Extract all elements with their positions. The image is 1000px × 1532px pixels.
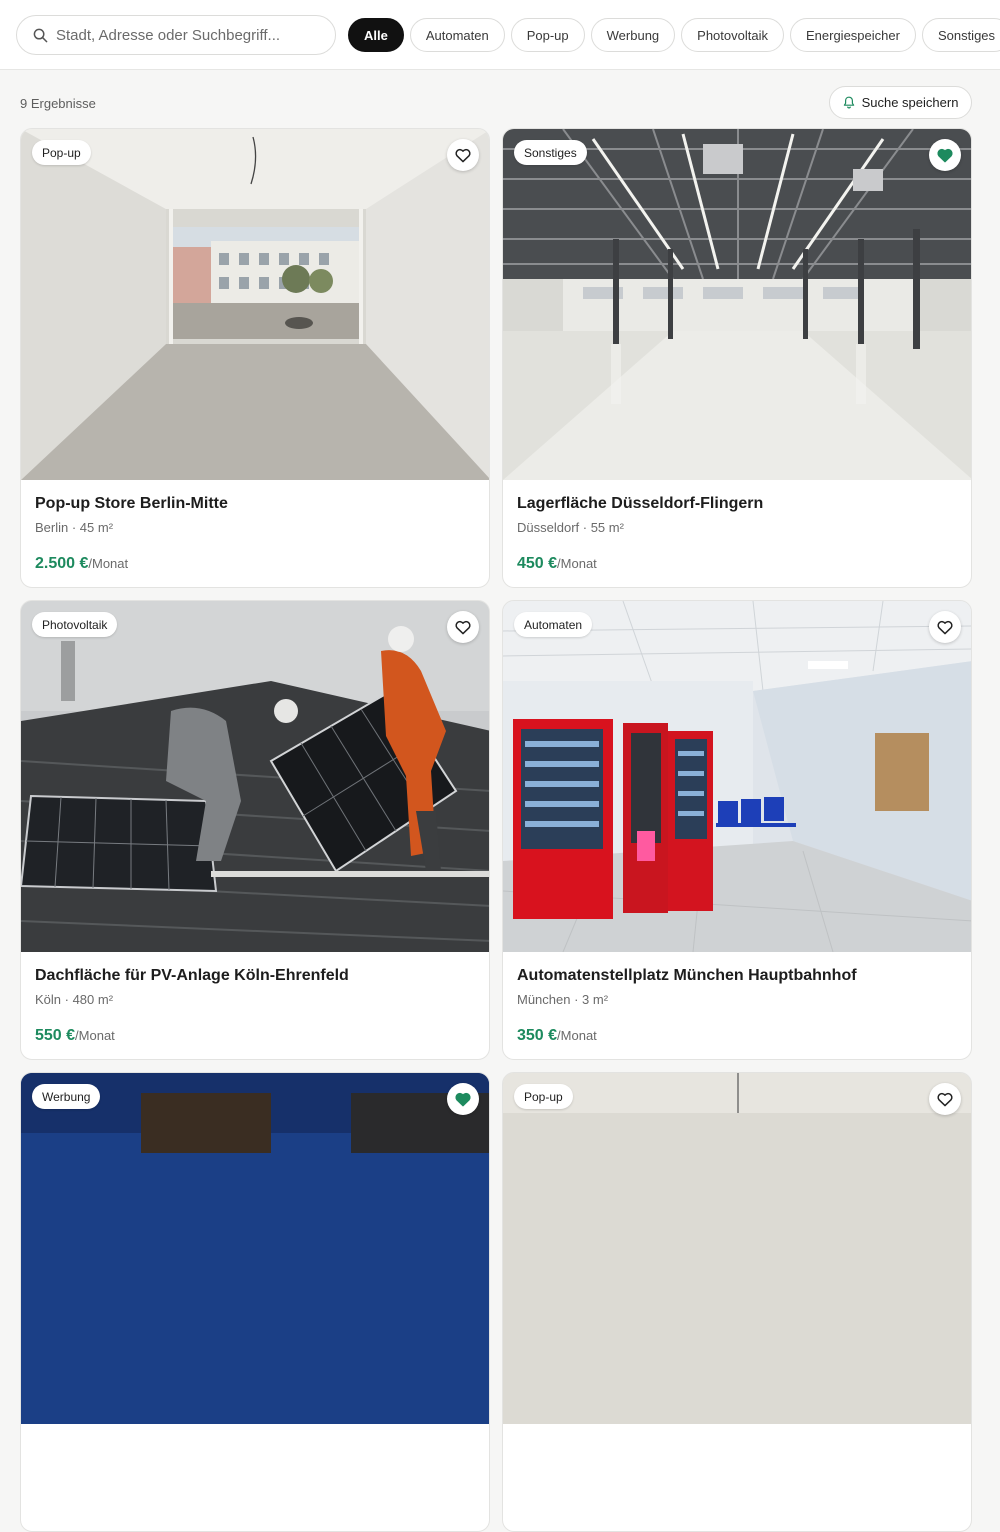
- category-badge: Pop-up: [514, 1084, 573, 1109]
- listing-photo: [503, 601, 971, 952]
- listing-price: 350 €: [517, 1027, 558, 1044]
- top-bar: Alle Automaten Pop-up Werbung Photovolta…: [0, 0, 1000, 70]
- listing-card[interactable]: Werbung: [20, 1072, 490, 1532]
- category-badge: Photovoltaik: [32, 612, 118, 637]
- listing-price-row: 450 €/Monat: [517, 555, 957, 573]
- listing-title: Automatenstellplatz München Hauptbahnhof: [517, 967, 857, 984]
- filter-chip-automaten[interactable]: Automaten: [409, 18, 505, 52]
- category-badge: Sonstiges: [514, 140, 587, 165]
- favorite-button[interactable]: [929, 139, 961, 171]
- price-unit: /Monat: [75, 1028, 115, 1043]
- search-bar[interactable]: [16, 15, 336, 55]
- heart-filled-icon: [455, 1092, 471, 1106]
- listing-price-row: 2.500 €/Monat: [35, 555, 475, 573]
- listing-title: Dachfläche für PV-Anlage Köln-Ehrenfeld: [35, 967, 349, 984]
- search-icon: [33, 28, 48, 42]
- listing-meta: Köln · 480 m²: [35, 992, 114, 1007]
- save-search-label: Suche speichern: [861, 95, 959, 110]
- filter-chip-sonstiges[interactable]: Sonstiges: [921, 18, 1000, 52]
- favorite-button[interactable]: [447, 611, 479, 643]
- listing-card[interactable]: Photovoltaik Dachfläche für PV-Anlage Kö…: [20, 600, 490, 1060]
- listing-price-row: 550 €/Monat: [35, 1027, 475, 1045]
- listing-title: Lagerfläche Düsseldorf-Flingern: [517, 495, 764, 512]
- listing-photo: [21, 1073, 489, 1424]
- heart-outline-icon: [937, 620, 953, 634]
- listing-meta: Berlin · 45 m²: [35, 520, 114, 535]
- listing-title: Pop-up Store Berlin-Mitte: [35, 495, 228, 512]
- heart-outline-icon: [455, 148, 471, 162]
- listing-price: 2.500 €: [35, 555, 89, 572]
- listing-price: 450 €: [517, 555, 558, 572]
- filter-chip-photovoltaik[interactable]: Photovoltaik: [681, 18, 784, 52]
- search-input[interactable]: [56, 26, 316, 44]
- category-badge: Pop-up: [32, 140, 91, 165]
- price-unit: /Monat: [88, 556, 129, 571]
- listing-photo: [503, 1073, 971, 1424]
- category-badge: Werbung: [32, 1084, 101, 1109]
- favorite-button[interactable]: [929, 611, 961, 643]
- listing-price: 550 €: [35, 1027, 76, 1044]
- filter-chips: Alle Automaten Pop-up Werbung Photovolta…: [348, 18, 1000, 52]
- listing-price-row: 350 €/Monat: [517, 1027, 957, 1045]
- listing-card[interactable]: Sonstiges Lagerfläche Düsseldorf-Flinger…: [502, 128, 972, 588]
- listing-photo: [503, 129, 971, 480]
- favorite-button[interactable]: [447, 139, 479, 171]
- price-unit: /Monat: [557, 1028, 597, 1043]
- heart-outline-icon: [937, 1092, 953, 1106]
- favorite-button[interactable]: [929, 1083, 961, 1115]
- results-count: 9 Ergebnisse: [20, 96, 96, 111]
- heart-filled-icon: [937, 148, 953, 162]
- listing-photo: [21, 601, 489, 952]
- filter-chip-energiespeicher[interactable]: Energiespeicher: [789, 18, 916, 52]
- heart-outline-icon: [455, 620, 471, 634]
- listing-card[interactable]: Pop-up Pop-up Store Berlin-Mitte Berlin …: [20, 128, 490, 588]
- filter-chip-werbung[interactable]: Werbung: [590, 18, 676, 52]
- save-search-button[interactable]: Suche speichern: [829, 86, 972, 119]
- listing-card[interactable]: Automaten Automatenstellplatz München Ha…: [502, 600, 972, 1060]
- filter-chip-alle[interactable]: Alle: [348, 18, 404, 52]
- favorite-button[interactable]: [447, 1083, 479, 1115]
- bell-icon: [843, 96, 854, 109]
- price-unit: /Monat: [557, 556, 597, 571]
- listing-card[interactable]: Pop-up: [502, 1072, 972, 1532]
- listing-photo: [21, 129, 489, 480]
- listing-meta: Düsseldorf · 55 m²: [517, 520, 624, 535]
- category-badge: Automaten: [514, 612, 593, 637]
- filter-chip-pop-up[interactable]: Pop-up: [510, 18, 585, 52]
- listing-meta: München · 3 m²: [517, 992, 609, 1007]
